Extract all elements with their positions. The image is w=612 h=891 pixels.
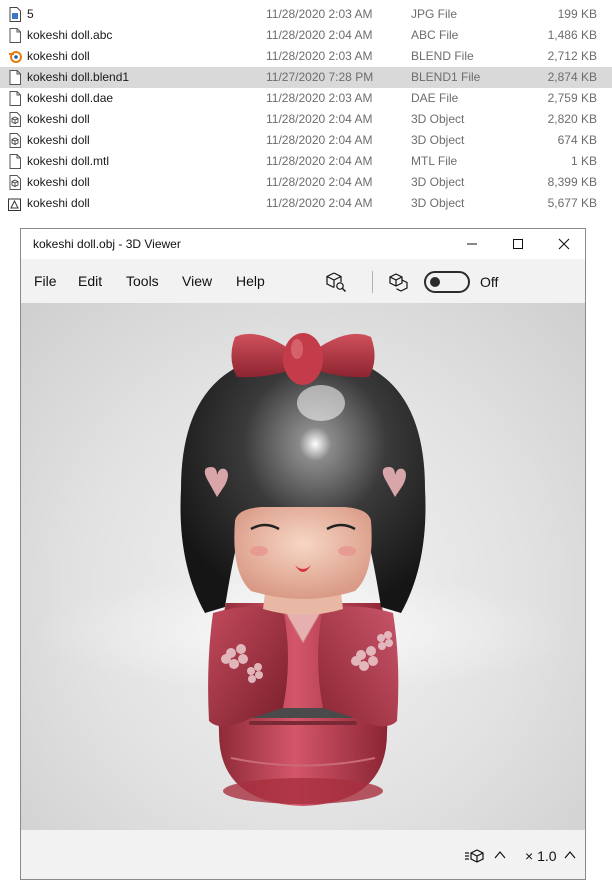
minimize-button[interactable] [449, 229, 495, 259]
file-date: 11/28/2020 2:04 AM [266, 28, 373, 42]
file-date: 11/28/2020 2:03 AM [266, 7, 373, 21]
file-size: 8,399 KB [547, 175, 597, 189]
toggle-knob [430, 277, 440, 287]
file-row[interactable]: kokeshi doll.mtl 11/28/2020 2:04 AM MTL Fi… [0, 151, 612, 172]
file-size: 2,712 KB [547, 49, 597, 63]
3d-viewport[interactable] [21, 303, 585, 830]
file-name: kokeshi doll.mtl [27, 154, 110, 168]
3d-object-icon [8, 175, 22, 190]
file-size: 199 KB [557, 7, 597, 21]
menu-file[interactable]: File [34, 273, 57, 289]
menu-help[interactable]: Help [236, 273, 265, 289]
image-file-icon [8, 7, 22, 22]
file-type: MTL File [411, 154, 458, 168]
file-row[interactable]: kokeshi doll 11/28/2020 2:04 AM 3D Object 8… [0, 172, 612, 193]
object-tool-button[interactable] [325, 271, 347, 293]
chevron-up-icon [494, 851, 506, 859]
file-size: 1,486 KB [547, 28, 597, 42]
cube-mode-icon [465, 849, 484, 863]
generic-file-icon [8, 70, 22, 85]
file-name: kokeshi doll [27, 196, 90, 210]
file-type: BLEND1 File [411, 70, 481, 84]
file-date: 11/28/2020 2:04 AM [266, 196, 373, 210]
file-type: ABC File [411, 28, 459, 42]
3d-model-icon [8, 196, 22, 211]
menu-edit[interactable]: Edit [78, 273, 102, 289]
file-type: 3D Object [411, 112, 465, 126]
file-row[interactable]: 5 11/28/2020 2:03 AM JPG File 199 KB [0, 4, 612, 25]
file-type: 3D Object [411, 175, 465, 189]
file-row[interactable]: kokeshi doll 11/28/2020 2:03 AM BLEND File… [0, 46, 612, 67]
3d-viewer-window: kokeshi doll.obj - 3D Viewer File Edit T… [20, 228, 586, 880]
file-row[interactable]: kokeshi doll 11/28/2020 2:04 AM 3D Object 2… [0, 109, 612, 130]
file-date: 11/28/2020 2:04 AM [266, 112, 373, 126]
file-date: 11/28/2020 2:04 AM [266, 175, 373, 189]
file-type: DAE File [411, 91, 459, 105]
file-name: kokeshi doll.abc [27, 28, 113, 42]
window-title: kokeshi doll.obj - 3D Viewer [33, 237, 181, 251]
mode-expand-button[interactable] [493, 848, 507, 867]
file-type: JPG File [411, 7, 458, 21]
file-row[interactable]: kokeshi doll 11/28/2020 2:04 AM 3D Object 5… [0, 193, 612, 214]
maximize-icon [513, 239, 523, 249]
zoom-level: × 1.0 [525, 848, 557, 864]
file-type: BLEND File [411, 49, 474, 63]
file-name: 5 [27, 7, 34, 21]
file-size: 5,677 KB [547, 196, 597, 210]
file-size: 2,820 KB [547, 112, 597, 126]
generic-file-icon [8, 154, 22, 169]
file-row[interactable]: kokeshi doll 11/28/2020 2:04 AM 3D Object 6… [0, 130, 612, 151]
3d-object-icon [8, 133, 22, 148]
file-name: kokeshi doll [27, 49, 90, 63]
status-bar: × 1.0 [21, 830, 585, 879]
file-name: kokeshi doll [27, 133, 90, 147]
minimize-icon [467, 243, 477, 245]
zoom-expand-button[interactable] [563, 848, 577, 867]
blender-icon [8, 49, 22, 64]
file-date: 11/28/2020 2:04 AM [266, 133, 373, 147]
chevron-up-icon [564, 851, 576, 859]
mode-button[interactable] [465, 848, 485, 869]
toolbar-divider [372, 271, 373, 293]
file-date: 11/28/2020 2:03 AM [266, 91, 373, 105]
file-name: kokeshi doll [27, 175, 90, 189]
cubes-icon [389, 273, 408, 292]
file-type: 3D Object [411, 133, 465, 147]
file-name: kokeshi doll [27, 112, 90, 126]
3d-object-icon [8, 112, 22, 127]
close-button[interactable] [541, 229, 587, 259]
file-date: 11/27/2020 7:28 PM [266, 70, 374, 84]
maximize-button[interactable] [495, 229, 541, 259]
kokeshi-doll-model [33, 333, 573, 806]
file-row[interactable]: kokeshi doll.blend1 11/27/2020 7:28 PM BLE… [0, 67, 612, 88]
file-size: 2,874 KB [547, 70, 597, 84]
file-size: 1 KB [570, 154, 597, 168]
file-type: 3D Object [411, 196, 465, 210]
file-row[interactable]: kokeshi doll.dae 11/28/2020 2:03 AM DAE Fi… [0, 88, 612, 109]
file-row[interactable]: kokeshi doll.abc 11/28/2020 2:04 AM ABC Fi… [0, 25, 612, 46]
menu-tools[interactable]: Tools [126, 273, 159, 289]
file-size: 674 KB [557, 133, 597, 147]
lighting-toggle[interactable] [424, 271, 470, 293]
generic-file-icon [8, 28, 22, 43]
menu-view[interactable]: View [182, 273, 212, 289]
file-date: 11/28/2020 2:04 AM [266, 154, 373, 168]
file-name: kokeshi doll.dae [27, 91, 114, 105]
close-icon [558, 238, 570, 250]
file-list: 5 11/28/2020 2:03 AM JPG File 199 KB kokeshi… [0, 4, 612, 214]
file-size: 2,759 KB [547, 91, 597, 105]
menu-bar: File Edit Tools View Help Off [21, 259, 585, 303]
toggle-label: Off [480, 274, 499, 290]
generic-file-icon [8, 91, 22, 106]
lighting-tool-button[interactable] [388, 271, 410, 293]
title-bar[interactable]: kokeshi doll.obj - 3D Viewer [21, 229, 585, 259]
file-date: 11/28/2020 2:03 AM [266, 49, 373, 63]
file-name: kokeshi doll.blend1 [27, 70, 130, 84]
cube-search-icon [326, 272, 346, 292]
